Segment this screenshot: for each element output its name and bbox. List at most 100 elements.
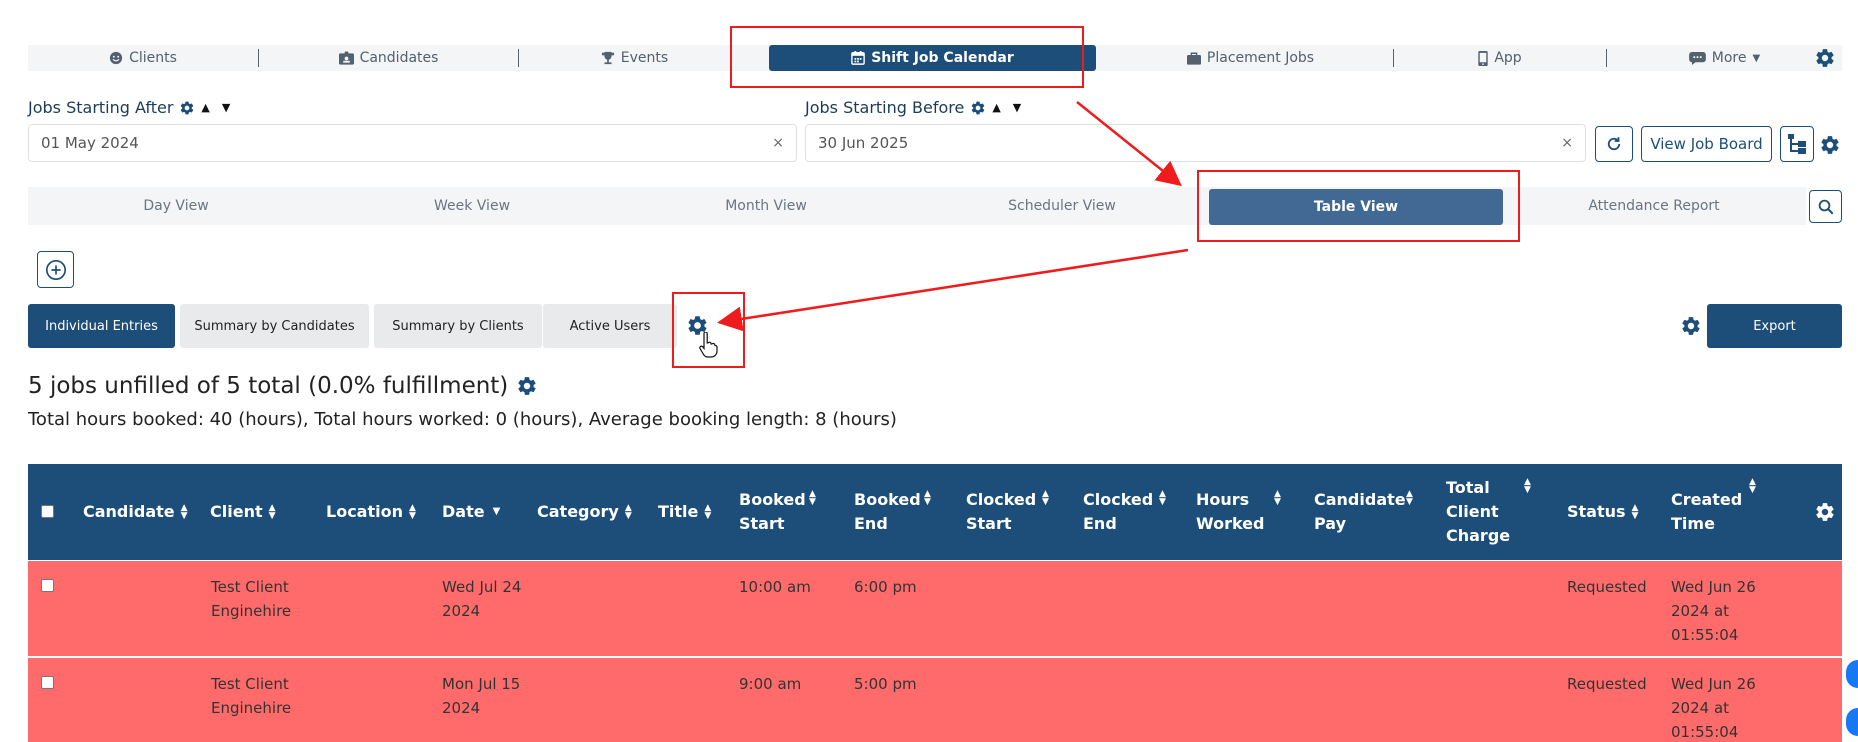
tab-attendance-report[interactable]: Attendance Report — [1506, 187, 1802, 225]
sort-icon: ▲ ▼ — [1042, 489, 1049, 507]
nav-events[interactable]: Events — [519, 45, 750, 71]
sort-icon: ▲ ▼ — [809, 489, 816, 507]
sort-down-icon[interactable]: ▼ — [222, 101, 230, 114]
column-label: Category — [537, 502, 619, 521]
column-status[interactable]: Status ▲ ▼ — [1567, 464, 1638, 560]
jobs-starting-after-input[interactable]: 01 May 2024 × — [28, 124, 797, 162]
help-widget-icon[interactable] — [1846, 708, 1858, 736]
sort-icon: ▲ ▼ — [268, 503, 276, 521]
annotation-box — [672, 292, 745, 368]
summary-title-text: 5 jobs unfilled of 5 total (0.0% fulfill… — [28, 373, 509, 399]
column-label: Booked End — [854, 490, 921, 533]
nav-clients[interactable]: Clients — [28, 45, 258, 71]
column-label: Candidate Pay — [1314, 490, 1406, 533]
sort-icon: ▲ ▼ — [1749, 477, 1756, 495]
briefcase-icon — [1186, 52, 1201, 65]
clear-date-button[interactable]: × — [772, 135, 784, 151]
settings-gear-icon[interactable] — [179, 100, 195, 116]
add-job-button[interactable] — [37, 251, 74, 288]
column-date[interactable]: Date ▼ — [442, 464, 500, 560]
jobs-starting-before-input[interactable]: 30 Jun 2025 × — [805, 124, 1586, 162]
column-booked-start[interactable]: Booked Start ▲ ▼ — [739, 464, 829, 560]
column-clocked-start[interactable]: Clocked Start ▲ ▼ — [966, 464, 1061, 560]
select-all-checkbox[interactable] — [41, 505, 54, 518]
jobs-starting-after-label: Jobs Starting After ▲ ▼ — [28, 98, 230, 117]
chat-widget-icon[interactable] — [1846, 660, 1858, 688]
cell-client: Test Client Enginehire — [211, 578, 292, 620]
clear-date-button[interactable]: × — [1561, 135, 1573, 151]
settings-gear-icon[interactable] — [516, 375, 538, 397]
hours-summary: Total hours booked: 40 (hours), Total ho… — [28, 409, 897, 430]
date-value: 01 May 2024 — [41, 134, 139, 152]
nav-more-dropdown[interactable]: More ▼ — [1607, 45, 1842, 71]
nav-placement-jobs[interactable]: Placement Jobs — [1108, 45, 1393, 71]
settings-gear-icon[interactable] — [1814, 501, 1836, 523]
column-label: Client — [210, 502, 263, 521]
column-booked-end[interactable]: Booked End ▲ ▼ — [854, 464, 944, 560]
tab-individual-entries[interactable]: Individual Entries — [28, 304, 175, 348]
annotation-box — [1197, 170, 1520, 242]
column-created-time[interactable]: Created Time ▲ ▼ — [1671, 464, 1771, 560]
plus-circle-icon — [45, 259, 66, 280]
column-label: Clocked End — [1083, 490, 1154, 533]
refresh-icon — [1607, 137, 1621, 151]
table-row[interactable]: Test Client Enginehire Mon Jul 15 2024 9… — [28, 657, 1842, 742]
sort-up-icon[interactable]: ▲ — [201, 101, 209, 114]
tab-month-view[interactable]: Month View — [618, 187, 914, 225]
sort-down-icon[interactable]: ▼ — [1013, 101, 1021, 114]
smiley-icon — [109, 51, 123, 65]
mobile-icon — [1478, 50, 1488, 66]
button-label: View Job Board — [1650, 135, 1763, 153]
hierarchy-button[interactable] — [1780, 126, 1814, 162]
row-checkbox[interactable] — [41, 579, 54, 592]
annotation-box — [730, 26, 1084, 88]
column-candidate[interactable]: Candidate ▲ ▼ — [83, 464, 188, 560]
sort-icon: ▲ ▼ — [408, 503, 416, 521]
column-label: Date — [442, 502, 485, 521]
column-hours-worked[interactable]: Hours Worked ▲ ▼ — [1196, 464, 1291, 560]
column-label: Created Time — [1671, 490, 1743, 533]
view-job-board-button[interactable]: View Job Board — [1641, 126, 1772, 162]
sort-up-icon[interactable]: ▲ — [992, 101, 1000, 114]
refresh-button[interactable] — [1595, 126, 1633, 162]
nav-candidates[interactable]: Candidates — [259, 45, 518, 71]
settings-gear-icon[interactable] — [1819, 134, 1841, 156]
table-row[interactable]: Test Client Enginehire Wed Jul 24 2024 1… — [28, 560, 1842, 656]
tab-week-view[interactable]: Week View — [324, 187, 620, 225]
tab-summary-by-candidates[interactable]: Summary by Candidates — [180, 304, 369, 348]
column-label: Booked Start — [739, 490, 806, 533]
nav-label: Clients — [129, 50, 177, 66]
sort-icon: ▲ ▼ — [1274, 489, 1281, 507]
column-label: Status — [1567, 502, 1626, 521]
nav-label: Candidates — [359, 50, 439, 66]
export-button[interactable]: Export — [1707, 304, 1842, 348]
message-icon — [1688, 51, 1706, 65]
column-label: Location — [326, 502, 403, 521]
sort-icon: ▲ ▼ — [704, 503, 712, 521]
filter-label-text: Jobs Starting Before — [805, 98, 965, 117]
column-candidate-pay[interactable]: Candidate Pay ▲ ▼ — [1314, 464, 1424, 560]
fulfillment-summary: 5 jobs unfilled of 5 total (0.0% fulfill… — [28, 373, 538, 399]
nav-app[interactable]: App — [1394, 45, 1606, 71]
tab-summary-by-clients[interactable]: Summary by Clients — [374, 304, 542, 348]
caret-down-icon: ▼ — [1752, 52, 1761, 64]
tab-day-view[interactable]: Day View — [28, 187, 324, 225]
tab-scheduler-view[interactable]: Scheduler View — [914, 187, 1210, 225]
column-location[interactable]: Location ▲ ▼ — [326, 464, 416, 560]
column-category[interactable]: Category ▲ ▼ — [537, 464, 632, 560]
cell-booked-start: 9:00 am — [739, 675, 802, 693]
row-checkbox[interactable] — [41, 676, 54, 689]
settings-gear-icon[interactable] — [1814, 47, 1836, 69]
tab-active-users[interactable]: Active Users — [543, 304, 677, 348]
nav-label: More — [1711, 50, 1747, 66]
column-label: Clocked Start — [966, 490, 1037, 533]
column-label: Hours Worked — [1196, 490, 1265, 533]
search-button[interactable] — [1809, 190, 1842, 223]
column-clocked-end[interactable]: Clocked End ▲ ▼ — [1083, 464, 1178, 560]
column-title[interactable]: Title ▲ ▼ — [658, 464, 711, 560]
settings-gear-icon[interactable] — [1680, 315, 1702, 337]
settings-gear-icon[interactable] — [970, 100, 986, 116]
column-client[interactable]: Client ▲ ▼ — [210, 464, 276, 560]
column-total-client-charge[interactable]: Total Client Charge ▲ ▼ — [1446, 464, 1546, 560]
cell-date: Mon Jul 15 2024 — [442, 675, 521, 717]
